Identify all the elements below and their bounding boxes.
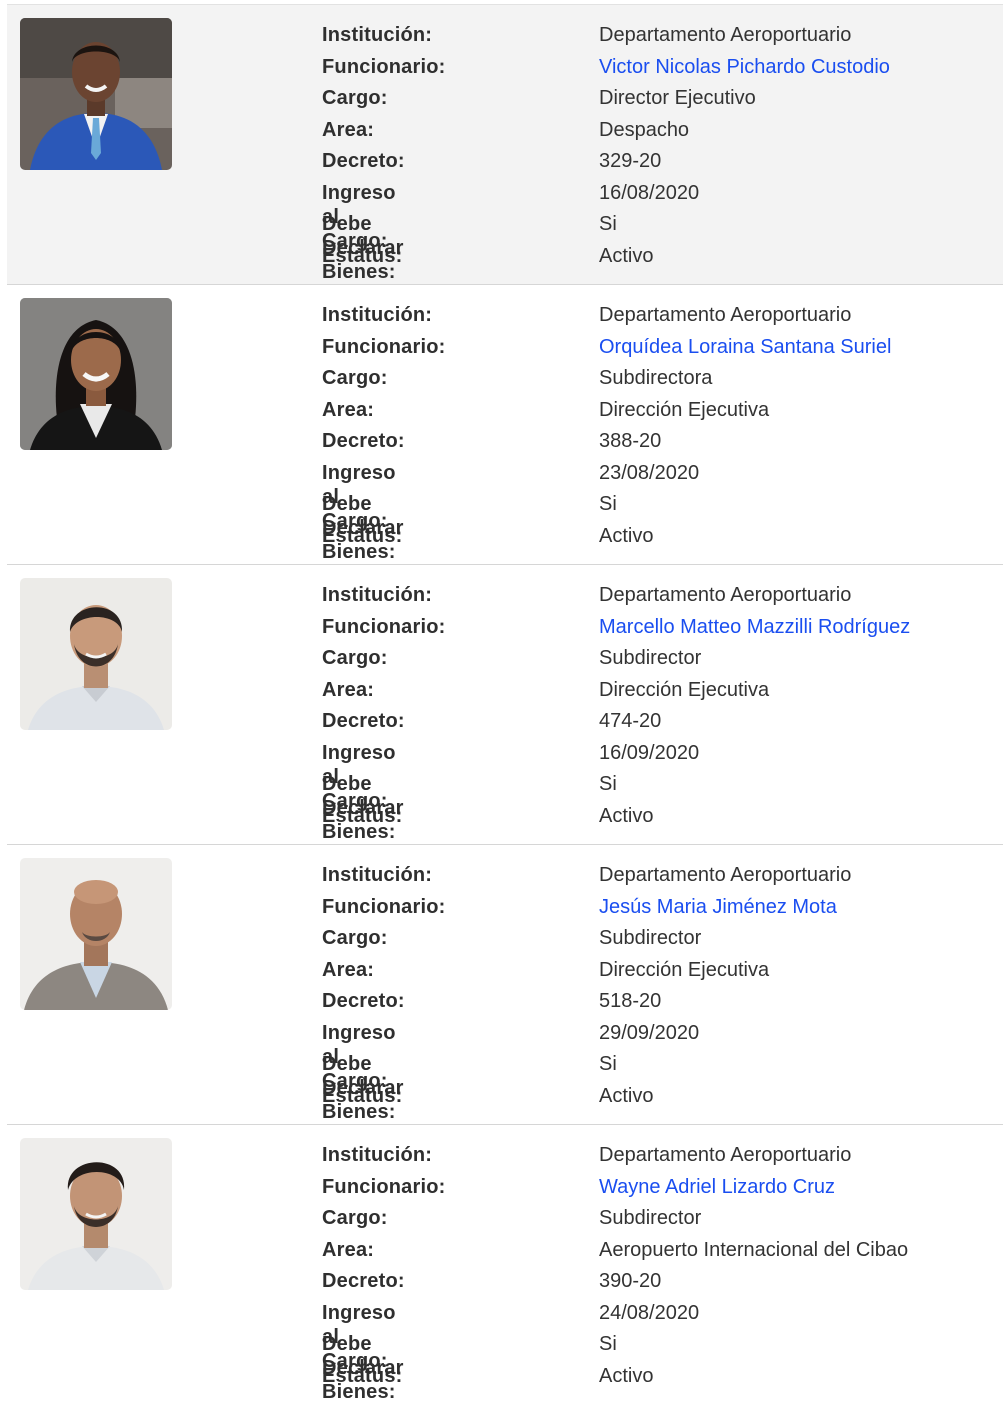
funcionario-link[interactable]: Victor Nicolas Pichardo Custodio	[599, 55, 890, 79]
value-institucion: Departamento Aeroportuario	[599, 864, 852, 886]
label-institucion: Institución:	[322, 304, 433, 326]
value-estatus: Activo	[599, 244, 654, 267]
value-institucion: Departamento Aeroportuario	[599, 304, 852, 326]
value-area: Dirección Ejecutiva	[599, 958, 770, 981]
value-declarar: Si	[599, 1333, 617, 1355]
official-photo	[20, 858, 172, 1010]
value-estatus: Activo	[599, 524, 654, 547]
value-declarar: Si	[599, 1053, 617, 1075]
label-institucion: Institución:	[322, 1144, 433, 1166]
label-decreto: Decreto:	[322, 430, 405, 452]
value-decreto: 518-20	[599, 990, 662, 1012]
label-cargo: Cargo:	[322, 87, 388, 109]
value-cargo: Subdirector	[599, 647, 702, 669]
funcionario-link[interactable]: Jesús Maria Jiménez Mota	[599, 895, 837, 919]
label-institucion: Institución:	[322, 864, 433, 886]
officials-list: Institución: Departamento Aeroportuario …	[7, 4, 1003, 1404]
label-cargo: Cargo:	[322, 367, 388, 389]
official-photo	[20, 18, 172, 170]
funcionario-link[interactable]: Orquídea Loraina Santana Suriel	[599, 335, 891, 359]
value-estatus: Activo	[599, 1364, 654, 1387]
value-decreto: 329-20	[599, 150, 662, 172]
value-ingreso: 24/08/2020	[599, 1301, 700, 1324]
label-funcionario: Funcionario:	[322, 895, 446, 918]
official-photo	[20, 298, 172, 450]
funcionario-link[interactable]: Wayne Adriel Lizardo Cruz	[599, 1175, 835, 1199]
value-ingreso: 16/08/2020	[599, 181, 700, 204]
label-decreto: Decreto:	[322, 1270, 405, 1292]
label-estatus: Estatus:	[322, 804, 403, 827]
value-cargo: Subdirectora	[599, 367, 713, 389]
value-declarar: Si	[599, 493, 617, 515]
value-ingreso: 16/09/2020	[599, 741, 700, 764]
label-funcionario: Funcionario:	[322, 1175, 446, 1198]
official-record: Institución: Departamento Aeroportuario …	[7, 1124, 1003, 1404]
value-area: Aeropuerto Internacional del Cibao	[599, 1238, 909, 1261]
label-area: Area:	[322, 118, 375, 141]
label-area: Area:	[322, 398, 375, 421]
value-area: Dirección Ejecutiva	[599, 678, 770, 701]
value-cargo: Subdirector	[599, 1207, 702, 1229]
label-decreto: Decreto:	[322, 150, 405, 172]
label-institucion: Institución:	[322, 584, 433, 606]
value-institucion: Departamento Aeroportuario	[599, 584, 852, 606]
label-estatus: Estatus:	[322, 1364, 403, 1387]
label-institucion: Institución:	[322, 24, 433, 46]
value-estatus: Activo	[599, 1084, 654, 1107]
label-area: Area:	[322, 958, 375, 981]
label-funcionario: Funcionario:	[322, 55, 446, 78]
value-area: Despacho	[599, 118, 690, 141]
label-decreto: Decreto:	[322, 990, 405, 1012]
value-area: Dirección Ejecutiva	[599, 398, 770, 421]
value-decreto: 390-20	[599, 1270, 662, 1292]
label-decreto: Decreto:	[322, 710, 405, 732]
value-ingreso: 29/09/2020	[599, 1021, 700, 1044]
value-institucion: Departamento Aeroportuario	[599, 24, 852, 46]
official-record: Institución: Departamento Aeroportuario …	[7, 4, 1003, 284]
official-record: Institución: Departamento Aeroportuario …	[7, 564, 1003, 844]
official-photo	[20, 1138, 172, 1290]
value-declarar: Si	[599, 773, 617, 795]
value-decreto: 474-20	[599, 710, 662, 732]
funcionario-link[interactable]: Marcello Matteo Mazzilli Rodríguez	[599, 615, 910, 639]
label-cargo: Cargo:	[322, 927, 388, 949]
label-cargo: Cargo:	[322, 1207, 388, 1229]
label-area: Area:	[322, 1238, 375, 1261]
value-estatus: Activo	[599, 804, 654, 827]
value-decreto: 388-20	[599, 430, 662, 452]
label-funcionario: Funcionario:	[322, 335, 446, 358]
label-cargo: Cargo:	[322, 647, 388, 669]
label-area: Area:	[322, 678, 375, 701]
value-ingreso: 23/08/2020	[599, 461, 700, 484]
official-record: Institución: Departamento Aeroportuario …	[7, 844, 1003, 1124]
value-institucion: Departamento Aeroportuario	[599, 1144, 852, 1166]
value-cargo: Director Ejecutivo	[599, 87, 756, 109]
official-photo	[20, 578, 172, 730]
value-cargo: Subdirector	[599, 927, 702, 949]
label-estatus: Estatus:	[322, 524, 403, 547]
label-funcionario: Funcionario:	[322, 615, 446, 638]
label-estatus: Estatus:	[322, 244, 403, 267]
official-record: Institución: Departamento Aeroportuario …	[7, 284, 1003, 564]
label-estatus: Estatus:	[322, 1084, 403, 1107]
value-declarar: Si	[599, 213, 617, 235]
